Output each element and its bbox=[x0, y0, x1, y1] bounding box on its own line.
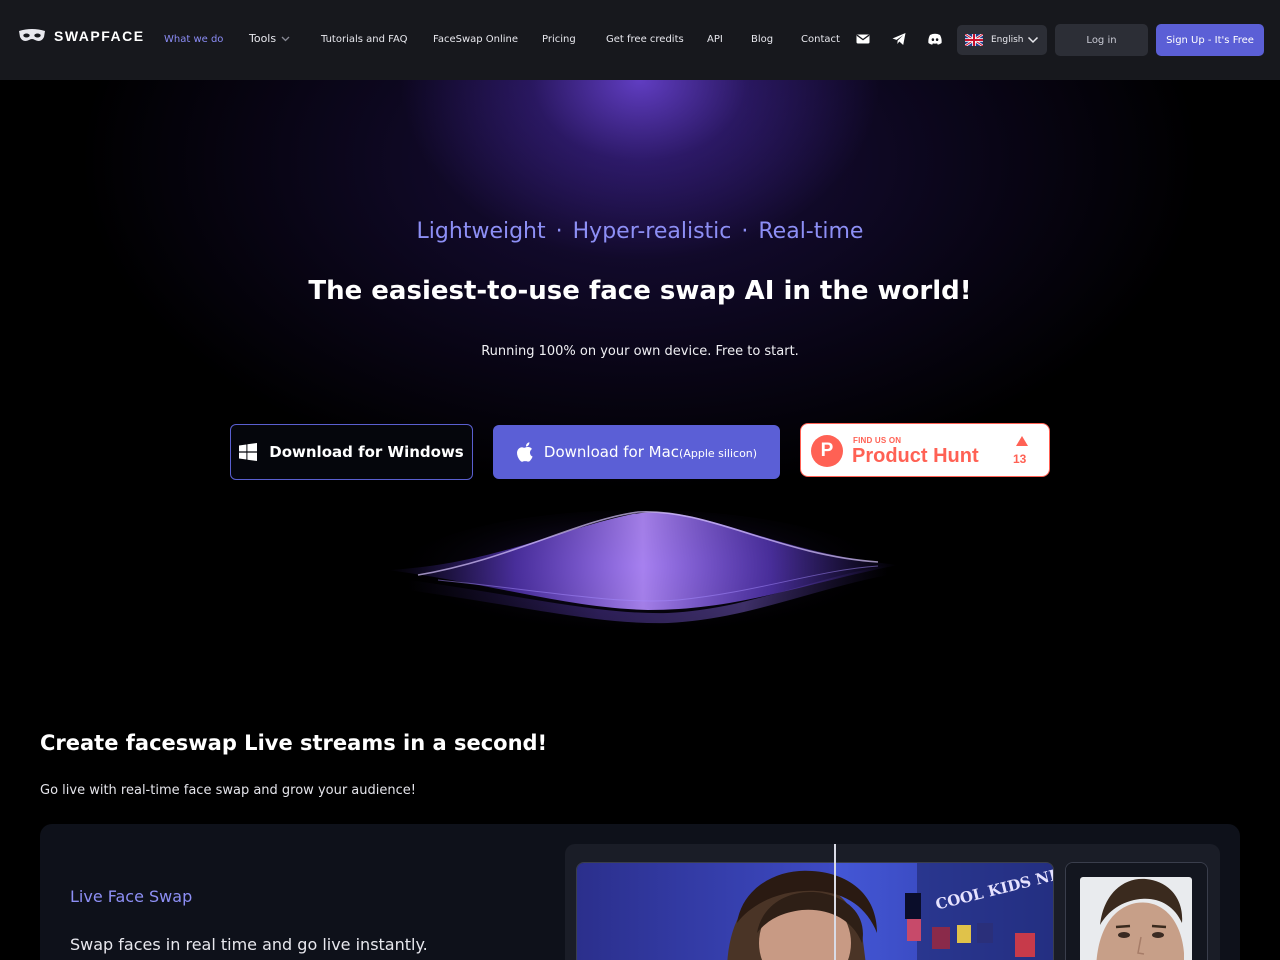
section-title: Create faceswap Live streams in a second… bbox=[40, 731, 548, 755]
nav-faceswap-online[interactable]: FaceSwap Online bbox=[433, 33, 518, 47]
tagline-item: Lightweight bbox=[416, 219, 546, 244]
discord-icon[interactable] bbox=[927, 31, 943, 47]
purple-wave-graphic bbox=[388, 510, 898, 650]
nav-free-credits[interactable]: Get free credits bbox=[606, 33, 684, 47]
mask-logo-icon bbox=[19, 29, 45, 41]
mail-icon[interactable] bbox=[855, 31, 871, 47]
face-swap-preview-image: COOL KIDS NEVER bbox=[577, 863, 1053, 960]
nav-tools[interactable]: Tools bbox=[249, 32, 290, 46]
apple-icon bbox=[516, 442, 533, 462]
download-windows-label: Download for Windows bbox=[269, 443, 464, 461]
signup-button[interactable]: Sign Up - It's Free bbox=[1156, 24, 1264, 56]
tagline-separator: · bbox=[741, 219, 749, 244]
hero-tagline: Lightweight · Hyper-realistic · Real-time bbox=[0, 219, 1280, 244]
tagline-item: Hyper-realistic bbox=[572, 219, 732, 244]
download-mac-text: Download for Mac bbox=[543, 443, 680, 461]
nav-what-we-do[interactable]: What we do bbox=[164, 33, 223, 47]
product-hunt-title: Product Hunt bbox=[852, 445, 979, 467]
nav-blog[interactable]: Blog bbox=[751, 33, 773, 47]
feature-title: Live Face Swap bbox=[70, 887, 193, 906]
nav-contact[interactable]: Contact bbox=[801, 33, 840, 47]
tagline-separator: · bbox=[555, 219, 563, 244]
upvote-count: 13 bbox=[1013, 452, 1027, 466]
brand-name: SWAPFACE bbox=[54, 28, 145, 44]
source-face-image bbox=[1066, 863, 1207, 960]
login-button[interactable]: Log in bbox=[1055, 24, 1148, 56]
nav-pricing[interactable]: Pricing bbox=[542, 33, 576, 47]
language-label: English bbox=[991, 35, 1024, 45]
hero-headline: The easiest-to-use face swap AI in the w… bbox=[308, 276, 972, 306]
product-hunt-icon: P bbox=[811, 435, 843, 467]
hero-subline: Running 100% on your own device. Free to… bbox=[481, 344, 799, 359]
telegram-icon[interactable] bbox=[891, 31, 907, 47]
chevron-down-icon bbox=[1027, 36, 1039, 44]
upvote-arrow-icon bbox=[1016, 436, 1028, 446]
download-mac-button[interactable]: Download for Mac(Apple silicon) bbox=[493, 425, 780, 479]
feature-description: Swap faces in real time and go live inst… bbox=[70, 935, 428, 954]
product-hunt-badge[interactable]: P FIND US ON Product Hunt 13 bbox=[800, 423, 1050, 477]
comparison-slider-handle[interactable] bbox=[834, 844, 836, 960]
download-mac-sub: (Apple silicon) bbox=[679, 447, 758, 460]
nav-tutorials[interactable]: Tutorials and FAQ bbox=[321, 33, 408, 47]
source-face-thumbnail[interactable] bbox=[1065, 862, 1208, 960]
face-swap-preview[interactable]: COOL KIDS NEVER bbox=[576, 862, 1054, 960]
chevron-down-icon bbox=[281, 36, 290, 42]
brand-logo[interactable]: SWAPFACE bbox=[18, 28, 145, 44]
nav-api[interactable]: API bbox=[707, 33, 723, 47]
section-subtitle: Go live with real-time face swap and gro… bbox=[40, 783, 416, 798]
download-mac-label: Download for Mac(Apple silicon) bbox=[544, 443, 757, 461]
download-windows-button[interactable]: Download for Windows bbox=[230, 424, 473, 480]
windows-icon bbox=[239, 443, 258, 461]
uk-flag-icon bbox=[965, 34, 983, 46]
tagline-item: Real-time bbox=[758, 219, 864, 244]
top-navbar: SWAPFACE What we do Tools Tutorials and … bbox=[0, 0, 1280, 80]
product-hunt-small-text: FIND US ON bbox=[853, 436, 902, 445]
language-selector[interactable]: English bbox=[957, 25, 1047, 55]
nav-tools-label: Tools bbox=[249, 32, 277, 45]
